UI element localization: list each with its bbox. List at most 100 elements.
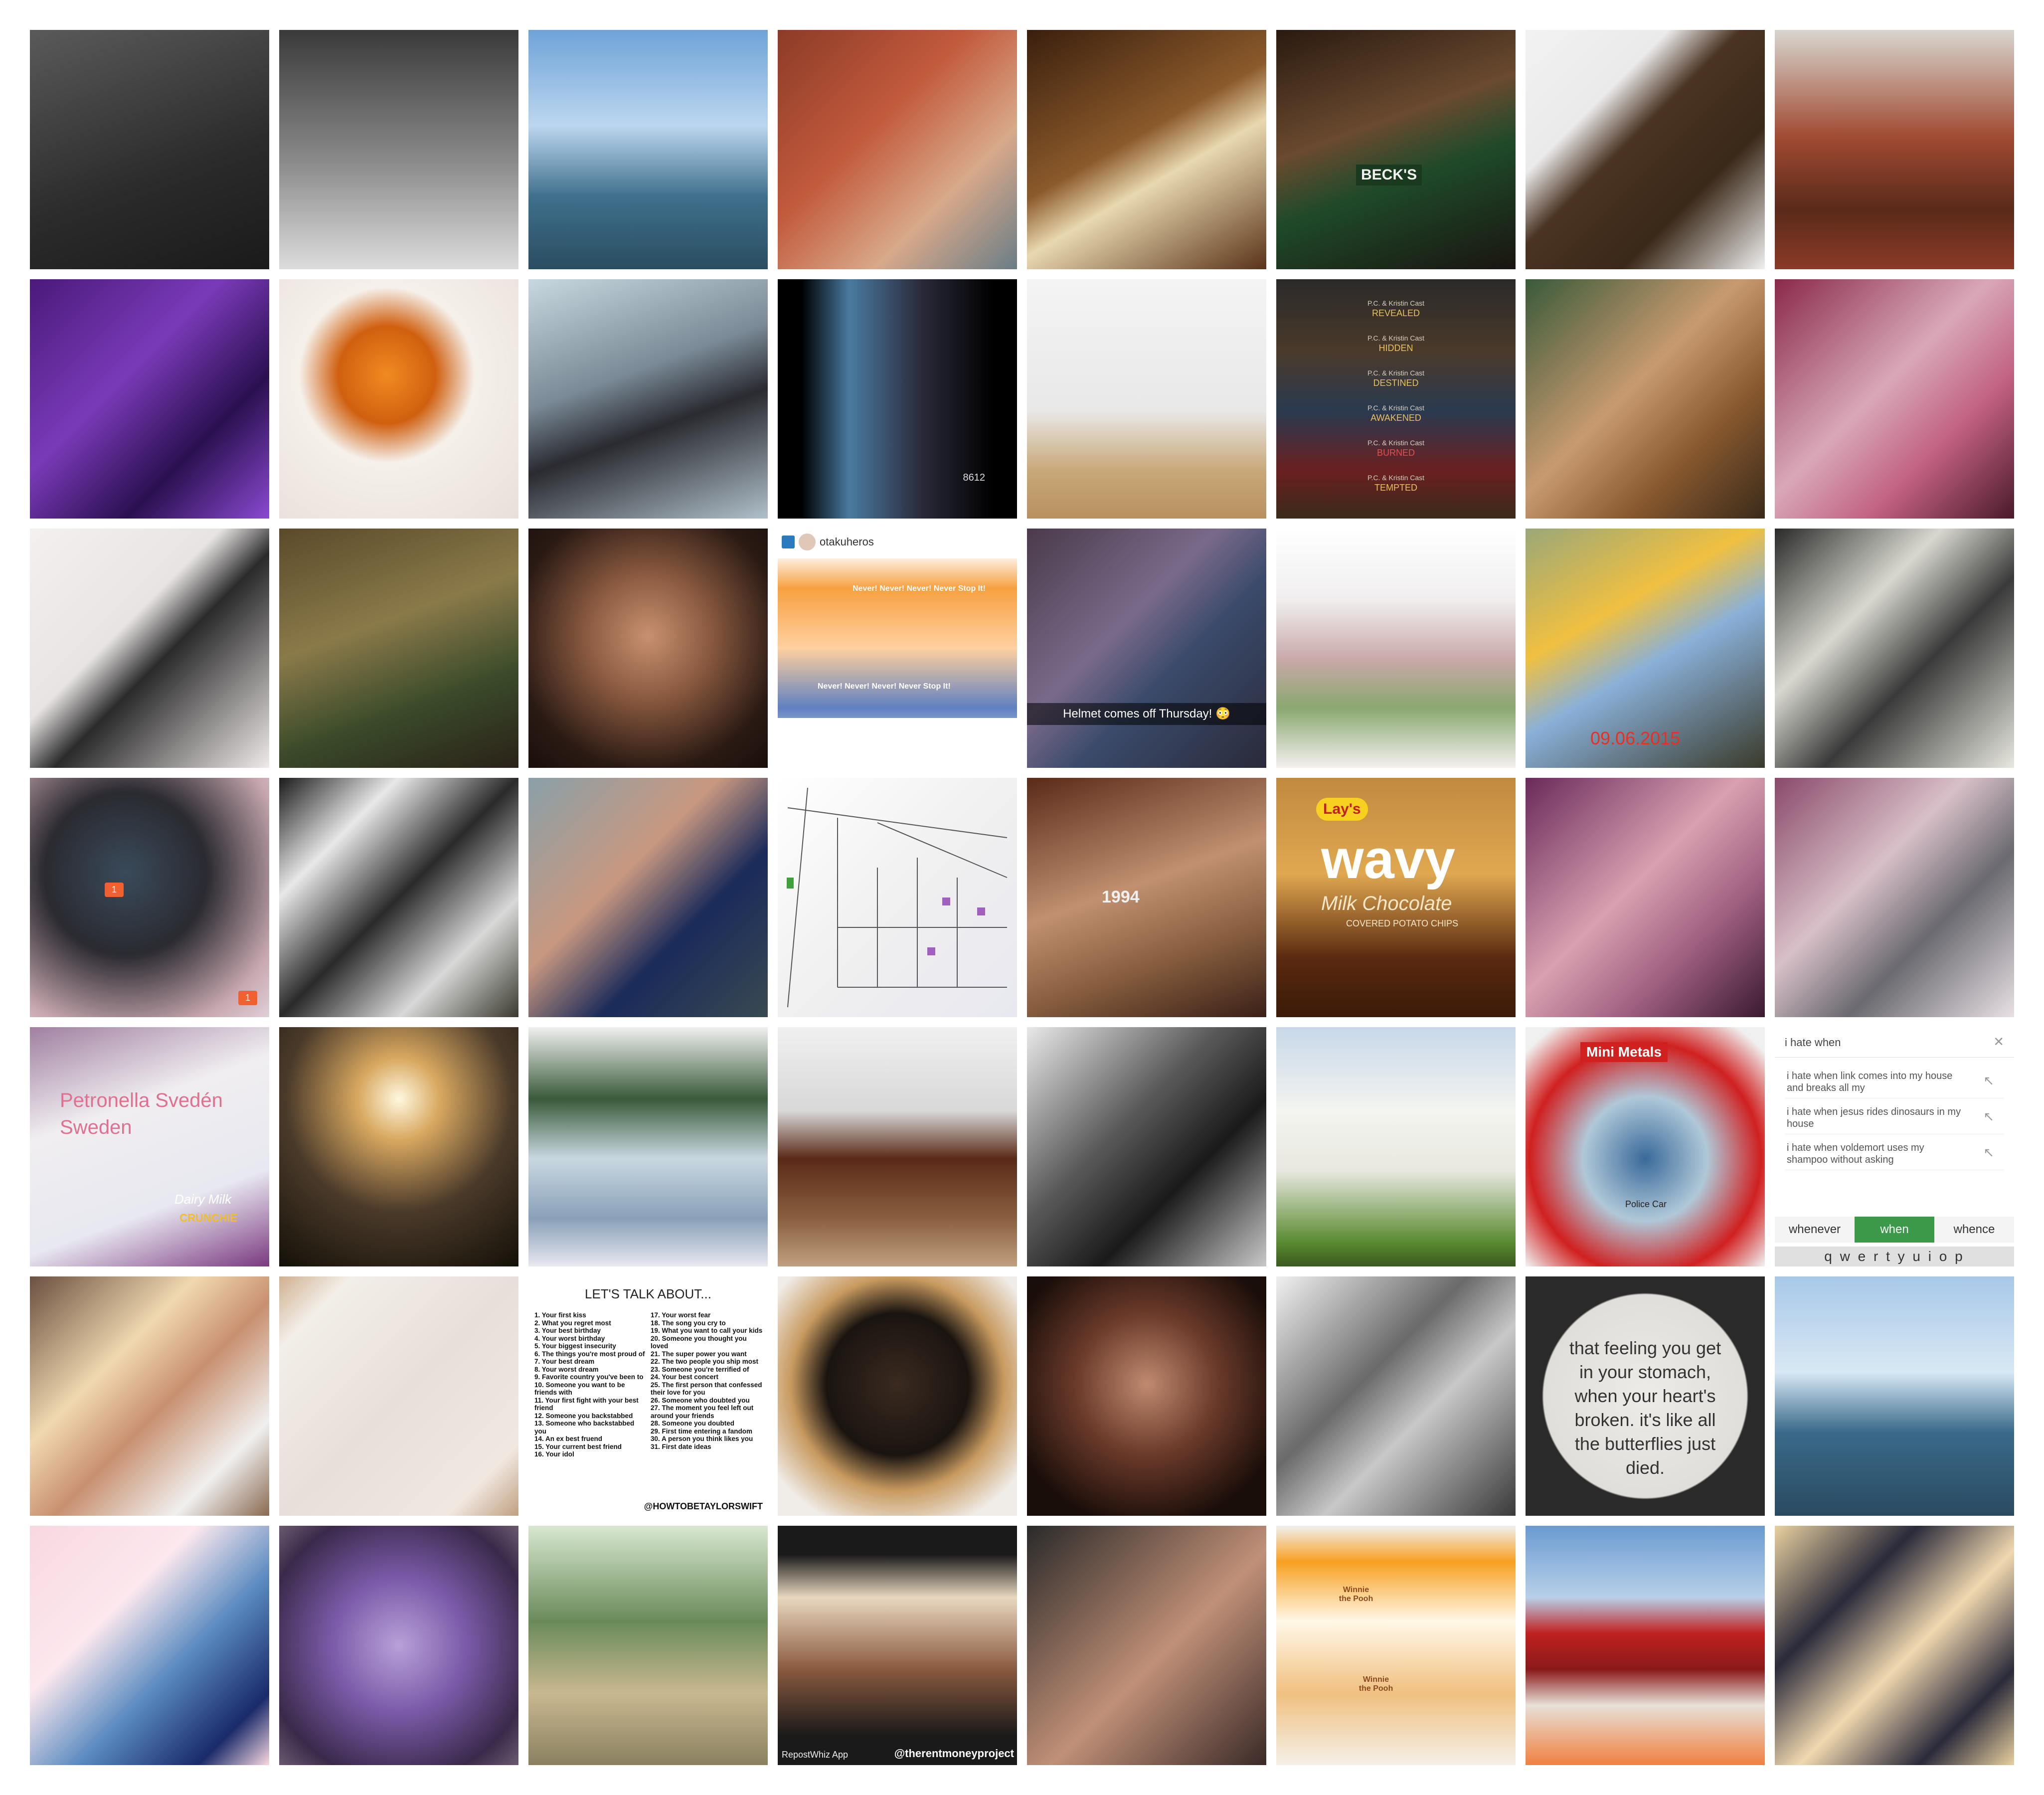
- photo-tile-r4c1[interactable]: [279, 1027, 518, 1266]
- photo-tile-r5c5[interactable]: [1276, 1276, 1516, 1516]
- chocolate-sub: CRUNCHIE: [179, 1212, 238, 1224]
- chips-flavor: Milk Chocolate: [1321, 893, 1452, 914]
- book-author-4: P.C. & Kristin Cast: [1367, 439, 1425, 447]
- photo-tile-r1c5[interactable]: P.C. & Kristin Cast REVEALED P.C. & Kristi…: [1276, 279, 1516, 519]
- photo-tile-r4c3[interactable]: [778, 1027, 1017, 1266]
- photo-tile-r5c6[interactable]: that feeling you get in your stomach, wh…: [1526, 1276, 1765, 1516]
- photo-tile-r1c1[interactable]: [279, 279, 518, 519]
- repost-icon: [782, 536, 795, 548]
- quote-text: that feeling you get in your stomach, wh…: [1569, 1338, 1721, 1478]
- photo-tile-r2c4[interactable]: Helmet comes off Thursday! 😳: [1027, 529, 1266, 768]
- book-author-0: P.C. & Kristin Cast: [1367, 299, 1425, 307]
- floor-plan-drawing: [787, 787, 1008, 1008]
- white-area: [778, 718, 1017, 768]
- snap-caption: Helmet comes off Thursday! 😳: [1027, 703, 1266, 725]
- photo-tile-r0c3[interactable]: [778, 30, 1017, 269]
- photo-tile-r1c7[interactable]: [1775, 279, 2014, 519]
- photo-tile-r3c7[interactable]: [1775, 778, 2014, 1017]
- photo-tile-r4c0[interactable]: Petronella Svedén Sweden Dairy Milk CRUNCH…: [30, 1027, 269, 1266]
- word-2: whence: [1953, 1223, 1995, 1236]
- repost-handle: @therentmoneyproject: [894, 1747, 1014, 1760]
- photo-tile-r5c3[interactable]: [778, 1276, 1017, 1516]
- photo-tile-r3c2[interactable]: [528, 778, 768, 1017]
- photo-tile-r6c4[interactable]: [1027, 1526, 1266, 1765]
- photo-tile-r0c4[interactable]: [1027, 30, 1266, 269]
- suggestion-text-0: i hate when link comes into my house and…: [1787, 1071, 1953, 1093]
- photo-tile-r5c0[interactable]: [30, 1276, 269, 1516]
- photo-tile-r6c2[interactable]: [528, 1526, 768, 1765]
- photo-tile-r0c2[interactable]: [528, 30, 768, 269]
- bib-text-2: Winnie the Pooh: [1359, 1675, 1393, 1693]
- photo-tile-r3c6[interactable]: [1526, 778, 1765, 1017]
- chips-brand: Lay's: [1316, 798, 1368, 821]
- photo-tile-r6c0[interactable]: [30, 1526, 269, 1765]
- photo-tile-r2c1[interactable]: [279, 529, 518, 768]
- date-stamp: 09.06.2015: [1590, 728, 1681, 748]
- photo-tile-r1c0[interactable]: [30, 279, 269, 519]
- photo-tile-r4c5[interactable]: [1276, 1027, 1516, 1266]
- book-author-5: P.C. & Kristin Cast: [1367, 474, 1425, 482]
- envelope-address: Petronella Svedén Sweden: [60, 1089, 223, 1138]
- photo-tile-r5c4[interactable]: [1027, 1276, 1266, 1516]
- photo-tile-r1c6[interactable]: [1526, 279, 1765, 519]
- close-icon: ✕: [1993, 1034, 2004, 1049]
- car-label: Police Car: [1625, 1199, 1667, 1209]
- photo-tile-r3c5[interactable]: Lay's wavy Milk Chocolate COVERED POTATO CH…: [1276, 778, 1516, 1017]
- photo-tile-r4c2[interactable]: [528, 1027, 768, 1266]
- photo-tile-r1c4[interactable]: [1027, 279, 1266, 519]
- photo-tile-r6c7[interactable]: [1775, 1526, 2014, 1765]
- list-right: 17. Your worst fear 18. The song you cry…: [651, 1311, 763, 1450]
- word-0: whenever: [1788, 1223, 1841, 1236]
- photo-tile-r1c3[interactable]: 8612: [778, 279, 1017, 519]
- photo-tile-r3c1[interactable]: [279, 778, 518, 1017]
- photo-tile-r0c0[interactable]: [30, 30, 269, 269]
- photo-tile-r5c1[interactable]: [279, 1276, 518, 1516]
- word-1: when: [1855, 1217, 1934, 1243]
- book-title-4: BURNED: [1376, 448, 1415, 458]
- photo-tile-r5c2[interactable]: LET'S TALK ABOUT... 1. Your first kiss 2.…: [528, 1276, 768, 1516]
- banner-top: Never! Never! Never! Never Stop It!: [852, 584, 986, 593]
- list-title: LET'S TALK ABOUT...: [585, 1286, 711, 1301]
- photo-tile-r0c7[interactable]: [1775, 30, 2014, 269]
- keyboard-row: q w e r t y u i o p: [1775, 1247, 2014, 1266]
- suggestion-arrow-icon-0: ↖: [1983, 1073, 1994, 1088]
- suggestion-text-1: i hate when jesus rides dinosaurs in my …: [1787, 1106, 1961, 1129]
- chips-sub: COVERED POTATO CHIPS: [1346, 918, 1459, 928]
- photo-tile-r0c1[interactable]: [279, 30, 518, 269]
- like-badge-1: 1: [105, 883, 124, 897]
- banner-bottom: Never! Never! Never! Never Stop It!: [818, 682, 951, 691]
- book-title-1: HIDDEN: [1378, 343, 1413, 353]
- list-left: 1. Your first kiss 2. What you regret mo…: [534, 1311, 645, 1458]
- book-title-0: REVEALED: [1371, 308, 1420, 318]
- book-title-3: AWAKENED: [1370, 413, 1421, 423]
- photo-tile-r2c7[interactable]: [1775, 529, 2014, 768]
- photo-tile-r6c6[interactable]: [1526, 1526, 1765, 1765]
- chips-name: wavy: [1321, 829, 1456, 890]
- photo-tile-r2c6[interactable]: 09.06.2015: [1526, 529, 1765, 768]
- photo-tile-r6c1[interactable]: [279, 1526, 518, 1765]
- photo-tile-r6c5[interactable]: Winnie the Pooh Winnie the Pooh: [1276, 1526, 1516, 1765]
- photo-tile-r2c5[interactable]: [1276, 529, 1516, 768]
- photo-tile-r2c2[interactable]: [528, 529, 768, 768]
- photo-tile-r4c7[interactable]: i hate when ✕ i hate when link comes into …: [1775, 1027, 2014, 1266]
- photo-tile-r0c6[interactable]: [1526, 30, 1765, 269]
- username: otakuheros: [820, 536, 874, 548]
- photo-tile-r2c0[interactable]: [30, 529, 269, 768]
- photo-tile-r2c3[interactable]: otakuheros Never! Never! Never! Never Sto…: [778, 529, 1017, 768]
- photo-tile-r3c4[interactable]: 1994: [1027, 778, 1266, 1017]
- search-query: i hate when: [1785, 1036, 1841, 1049]
- photo-tile-r0c5[interactable]: BECK'S: [1276, 30, 1516, 269]
- chocolate-label: Dairy Milk: [174, 1192, 232, 1207]
- shirt-print: 1994: [1102, 888, 1140, 906]
- photo-tile-r4c6[interactable]: Mini Metals Police Car: [1526, 1027, 1765, 1266]
- suggestion-arrow-icon-1: ↖: [1983, 1109, 1994, 1124]
- photo-tile-r1c2[interactable]: [528, 279, 768, 519]
- photo-tile-r6c3[interactable]: RepostWhiz App @therentmoneyproject: [778, 1526, 1017, 1765]
- pack-title: Mini Metals: [1580, 1042, 1668, 1062]
- photo-tile-r3c3[interactable]: [778, 778, 1017, 1017]
- photo-tile-r5c7[interactable]: [1775, 1276, 2014, 1516]
- photo-tile-r3c0[interactable]: 11: [30, 778, 269, 1017]
- book-title-2: DESTINED: [1373, 378, 1419, 388]
- list-handle: @HOWTOBETAYLORSWIFT: [644, 1501, 763, 1511]
- photo-tile-r4c4[interactable]: [1027, 1027, 1266, 1266]
